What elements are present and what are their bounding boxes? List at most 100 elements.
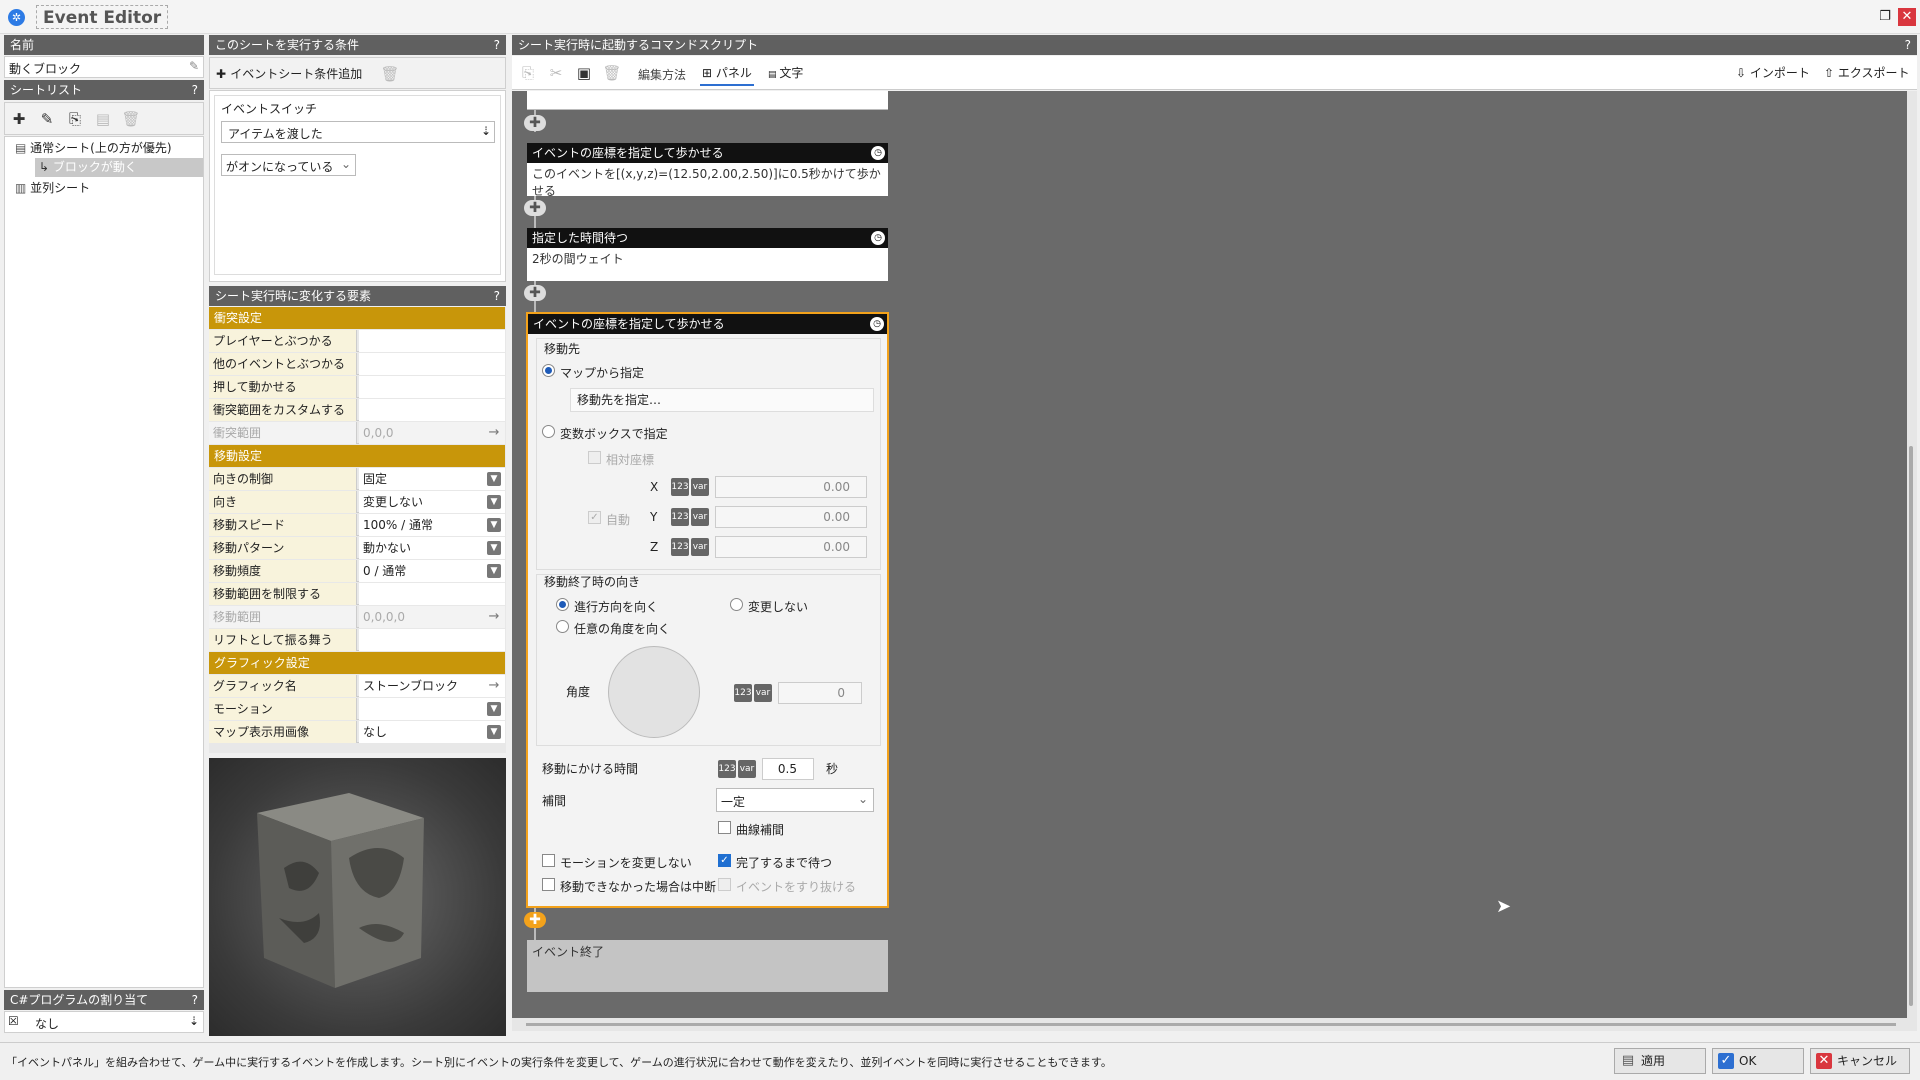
horizontal-scrollbar[interactable]	[512, 1018, 1907, 1031]
tab-panel[interactable]: ⊞ パネル	[700, 62, 754, 86]
restore-icon[interactable]: ❐	[1876, 8, 1894, 26]
command-stub[interactable]	[527, 91, 888, 110]
csharp-value: なし	[35, 1017, 60, 1031]
cancel-button[interactable]: ✕ キャンセル	[1810, 1048, 1910, 1074]
help-icon[interactable]: ?	[192, 80, 198, 100]
y-input[interactable]: 0.00	[715, 506, 867, 528]
export-button[interactable]: ⇧ エクスポート	[1824, 64, 1910, 81]
paste-icon[interactable]: ▤	[91, 107, 115, 131]
number-icon[interactable]: 123	[718, 760, 736, 778]
radio-no-change[interactable]	[730, 598, 743, 611]
pick-destination-button[interactable]: 移動先を指定…	[570, 388, 874, 412]
var-icon[interactable]: var	[691, 478, 709, 496]
ok-button[interactable]: ✓ OK	[1712, 1048, 1804, 1074]
prop-motion[interactable]: モーション ▼	[209, 698, 505, 720]
prop-graphic-name[interactable]: グラフィック名 ストーンブロック →	[209, 675, 505, 697]
prop-map-image[interactable]: マップ表示用画像 なし ▼	[209, 721, 505, 743]
state-select[interactable]: がオンになっている ⌄	[221, 154, 356, 176]
radio-from-map[interactable]	[542, 364, 555, 377]
dropdown-icon[interactable]: ▼	[487, 725, 501, 739]
csharp-select[interactable]: ☒ なし ⇣	[4, 1011, 204, 1033]
trash-icon[interactable]: 🗑	[378, 62, 402, 86]
add-condition-button[interactable]: ✚ イベントシート条件追加	[216, 63, 362, 85]
angle-input[interactable]: 0	[778, 682, 862, 704]
add-command-icon[interactable]: ✚	[524, 115, 546, 131]
prop-value	[359, 353, 545, 375]
clear-icon[interactable]: ☒	[8, 1014, 19, 1028]
dropdown-icon[interactable]: ▼	[487, 702, 501, 716]
prop-value: 0,0,0 →	[359, 422, 505, 444]
prop-direction[interactable]: 向き 変更しない ▼	[209, 491, 505, 513]
tree-item-parallel-sheets[interactable]: ▥ 並列シート	[11, 179, 201, 198]
var-icon[interactable]: var	[754, 684, 772, 702]
angle-dial[interactable]	[608, 646, 700, 738]
switch-select[interactable]: アイテムを渡した ⇣	[221, 121, 495, 143]
wait-complete-checkbox[interactable]: ✓	[718, 854, 731, 867]
var-icon[interactable]: var	[691, 508, 709, 526]
var-icon[interactable]: var	[691, 538, 709, 556]
chevron-down-icon: ⌄	[857, 792, 868, 806]
add-icon[interactable]: ✚	[7, 107, 31, 131]
edit-icon[interactable]: ✎	[35, 107, 59, 131]
pass-through-checkbox[interactable]	[718, 878, 731, 891]
vertical-scrollbar[interactable]	[1907, 91, 1917, 1031]
cut-icon[interactable]: ✂	[544, 61, 568, 85]
number-icon[interactable]: 123	[671, 478, 689, 496]
dropdown-arrow-icon[interactable]: ⇣	[189, 1014, 199, 1028]
dropdown-icon[interactable]: ▼	[487, 472, 501, 486]
prop-label: グラフィック名	[209, 675, 357, 697]
close-icon[interactable]: ✕	[1898, 8, 1916, 26]
prop-dir-control[interactable]: 向きの制御 固定 ▼	[209, 468, 505, 490]
x-input[interactable]: 0.00	[715, 476, 867, 498]
tab-text[interactable]: ▤ 文字	[768, 62, 803, 86]
add-command-icon[interactable]: ✚	[524, 912, 546, 928]
command-walk-to-1[interactable]: イベントの座標を指定して歩かせる ◷ このイベントを[(x,y,z)=(12.5…	[527, 143, 888, 198]
dropdown-icon[interactable]: ▼	[487, 495, 501, 509]
trash-icon[interactable]: 🗑	[600, 61, 624, 85]
command-wait[interactable]: 指定した時間待つ ◷ 2秒の間ウェイト	[527, 228, 888, 281]
help-icon[interactable]: ?	[494, 35, 500, 55]
interp-select[interactable]: 一定 ⌄	[716, 788, 874, 812]
no-motion-change-checkbox[interactable]	[542, 854, 555, 867]
relative-checkbox[interactable]	[588, 451, 601, 464]
command-walk-to-selected[interactable]: イベントの座標を指定して歩かせる ◷ 移動先 マップから指定 移動先を指定… 変…	[526, 312, 889, 908]
tree-item-normal-sheets[interactable]: ▤ 通常シート(上の方が優先)	[11, 139, 201, 158]
radio-from-var[interactable]	[542, 425, 555, 438]
var-icon[interactable]: var	[738, 760, 756, 778]
dropdown-icon[interactable]: ▼	[487, 541, 501, 555]
trash-icon[interactable]: 🗑	[119, 107, 143, 131]
event-end-label: イベント終了	[532, 945, 605, 959]
radio-any-angle[interactable]	[556, 620, 569, 633]
z-input[interactable]: 0.00	[715, 536, 867, 558]
auto-checkbox[interactable]: ✓	[588, 511, 601, 524]
graphic-preview[interactable]	[209, 758, 506, 1036]
prop-speed[interactable]: 移動スピード 100% / 通常 ▼	[209, 514, 505, 536]
add-command-icon[interactable]: ✚	[524, 285, 546, 301]
copy-icon[interactable]: ⎘	[516, 61, 540, 85]
copy-icon[interactable]: ⎘	[63, 107, 87, 131]
add-command-icon[interactable]: ✚	[524, 200, 546, 216]
prop-pattern[interactable]: 移動パターン 動かない ▼	[209, 537, 505, 559]
number-icon[interactable]: 123	[734, 684, 752, 702]
radio-face-travel[interactable]	[556, 598, 569, 611]
arrow-right-icon[interactable]: →	[487, 610, 501, 624]
help-icon[interactable]: ?	[192, 990, 198, 1010]
help-icon[interactable]: ?	[494, 286, 500, 306]
name-field[interactable]: 動くブロック ✎	[4, 56, 204, 78]
help-icon[interactable]: ?	[1905, 35, 1911, 55]
number-icon[interactable]: 123	[671, 508, 689, 526]
time-input[interactable]: 0.5	[762, 758, 814, 780]
dropdown-icon[interactable]: ▼	[487, 518, 501, 532]
tree-item-selected-sheet[interactable]: ↳ ブロックが動く	[35, 158, 203, 177]
number-icon[interactable]: 123	[671, 538, 689, 556]
arrow-right-icon[interactable]: →	[487, 679, 501, 693]
import-button[interactable]: ⇩ インポート	[1736, 64, 1810, 81]
curve-interp-checkbox[interactable]	[718, 821, 731, 834]
pencil-icon[interactable]: ✎	[189, 59, 199, 73]
prop-frequency[interactable]: 移動頻度 0 / 通常 ▼	[209, 560, 505, 582]
paste-icon[interactable]: ▣	[572, 61, 596, 85]
abort-if-blocked-checkbox[interactable]	[542, 878, 555, 891]
apply-button[interactable]: ▤ 適用	[1614, 1048, 1706, 1074]
arrow-right-icon[interactable]: →	[487, 426, 501, 440]
dropdown-icon[interactable]: ▼	[487, 564, 501, 578]
